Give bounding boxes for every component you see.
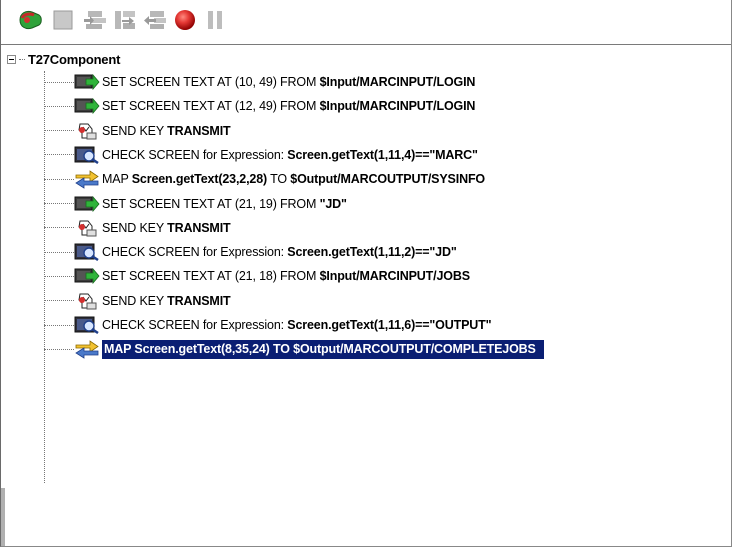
scrollbar-edge xyxy=(1,488,5,546)
tree-item[interactable]: SEND KEY TRANSMIT xyxy=(44,217,231,239)
tree-connector xyxy=(44,251,74,253)
step-over-button[interactable] xyxy=(111,8,139,36)
tree-item[interactable]: SET SCREEN TEXT AT (10, 49) FROM $Input/… xyxy=(44,71,475,93)
tree-item[interactable]: SET SCREEN TEXT AT (21, 19) FROM "JD" xyxy=(44,193,347,215)
tree-connector xyxy=(19,58,25,60)
tree-item-prefix: SEND KEY xyxy=(102,220,168,235)
tree-item-label: MAP Screen.getText(8,35,24) TO $Output/M… xyxy=(102,339,544,359)
tree-item-prefix: MAP xyxy=(102,172,132,187)
tree-connector xyxy=(44,227,74,229)
tree-connector xyxy=(44,324,74,326)
tree-item-label: CHECK SCREEN for Expression: Screen.getT… xyxy=(102,245,457,259)
stop-icon xyxy=(52,9,74,36)
tree-connector xyxy=(44,130,74,132)
tree-item-value: TRANSMIT xyxy=(167,293,231,308)
tree-connector xyxy=(44,178,74,180)
map-icon xyxy=(74,339,100,360)
tree-item-value: Screen.getText(23,2,28) xyxy=(131,172,268,187)
tree-item-prefix: CHECK SCREEN for Expression: xyxy=(102,318,288,332)
tree-connector xyxy=(44,81,74,83)
tree-item-prefix: SET SCREEN TEXT AT (12, 49) FROM xyxy=(102,99,320,114)
set-screen-text-icon xyxy=(74,96,100,116)
tree-item-value: Screen.getText(1,11,4)=="MARC" xyxy=(287,147,478,162)
tree-item-prefix: CHECK SCREEN for Expression: xyxy=(102,147,288,162)
tree-item-label: MAP Screen.getText(23,2,28) TO $Output/M… xyxy=(102,172,485,186)
editor-window: T27Component SET SCREEN TEXT AT (10, 49)… xyxy=(0,0,732,547)
tree-item-prefix: CHECK SCREEN for Expression: xyxy=(102,245,288,260)
check-screen-icon xyxy=(74,315,100,335)
tree-item[interactable]: SET SCREEN TEXT AT (12, 49) FROM $Input/… xyxy=(44,95,475,117)
tree-item-value: Screen.getText(1,11,2)=="JD" xyxy=(287,245,457,260)
collapse-icon[interactable] xyxy=(7,54,16,64)
component-tree: T27Component SET SCREEN TEXT AT (10, 49)… xyxy=(1,45,731,545)
tree-item[interactable]: CHECK SCREEN for Expression: Screen.getT… xyxy=(44,144,478,166)
breakpoint-icon xyxy=(173,8,197,37)
step-into-button[interactable] xyxy=(81,8,109,36)
tree-item-value: TRANSMIT xyxy=(167,123,231,138)
tree-item-label: CHECK SCREEN for Expression: Screen.getT… xyxy=(102,148,478,162)
map-icon xyxy=(74,169,100,189)
tree-item-value: TRANSMIT xyxy=(167,220,231,235)
tree-item[interactable]: SET SCREEN TEXT AT (21, 18) FROM $Input/… xyxy=(44,265,470,287)
tree-item[interactable]: SEND KEY TRANSMIT xyxy=(44,120,231,142)
tree-item-connector-text: TO xyxy=(267,172,291,187)
tree-connector xyxy=(44,300,74,302)
step-out-icon xyxy=(142,9,168,36)
set-screen-text-icon xyxy=(74,194,100,214)
pause-button[interactable] xyxy=(201,8,229,36)
stop-button[interactable] xyxy=(49,8,77,36)
tree-item-label: SET SCREEN TEXT AT (21, 19) FROM "JD" xyxy=(102,197,347,211)
tree-item[interactable]: MAP Screen.getText(8,35,24) TO $Output/M… xyxy=(44,338,544,360)
pause-icon xyxy=(205,9,225,36)
tree-item-prefix: SET SCREEN TEXT AT (21, 18) FROM xyxy=(102,269,320,284)
tree-item-label: SEND KEY TRANSMIT xyxy=(102,124,231,138)
toolbar xyxy=(1,0,731,45)
tree-root-label: T27Component xyxy=(28,51,121,67)
run-icon xyxy=(18,9,44,36)
tree-item-value: $Input/MARCINPUT/LOGIN xyxy=(319,99,476,114)
tree-item-label: SEND KEY TRANSMIT xyxy=(102,294,231,308)
tree-item-prefix: SEND KEY xyxy=(102,123,168,138)
tree-item-value: MAP Screen.getText(8,35,24) TO $Output/M… xyxy=(104,341,536,356)
send-key-icon xyxy=(74,121,100,141)
tree-root-node[interactable]: T27Component xyxy=(7,49,120,69)
tree-item-label: SET SCREEN TEXT AT (21, 18) FROM $Input/… xyxy=(102,269,470,283)
tree-item[interactable]: CHECK SCREEN for Expression: Screen.getT… xyxy=(44,314,492,336)
tree-item-value: "JD" xyxy=(319,196,347,211)
step-over-icon xyxy=(112,9,138,36)
run-button[interactable] xyxy=(17,8,45,36)
step-out-button[interactable] xyxy=(141,8,169,36)
tree-item-value: $Input/MARCINPUT/LOGIN xyxy=(319,75,476,89)
tree-item-label: SET SCREEN TEXT AT (10, 49) FROM $Input/… xyxy=(102,75,475,89)
tree-item-value: Screen.getText(1,11,6)=="OUTPUT" xyxy=(287,318,492,332)
breakpoint-button[interactable] xyxy=(171,8,199,36)
tree-connector xyxy=(44,154,74,156)
send-key-icon xyxy=(74,218,100,238)
tree-item-target: $Output/MARCOUTPUT/SYSINFO xyxy=(290,172,485,187)
set-screen-text-icon xyxy=(74,266,100,286)
tree-connector xyxy=(44,105,74,107)
tree-item-label: CHECK SCREEN for Expression: Screen.getT… xyxy=(102,318,492,332)
tree-connector xyxy=(44,275,74,277)
tree-item-prefix: SEND KEY xyxy=(102,293,168,308)
tree-item-prefix: SET SCREEN TEXT AT (10, 49) FROM xyxy=(102,75,320,89)
tree-connector xyxy=(44,348,74,350)
tree-item[interactable]: CHECK SCREEN for Expression: Screen.getT… xyxy=(44,241,457,263)
send-key-icon xyxy=(74,291,100,311)
tree-item[interactable]: SEND KEY TRANSMIT xyxy=(44,290,231,312)
tree-item-value: $Input/MARCINPUT/JOBS xyxy=(319,269,470,284)
step-into-icon xyxy=(82,9,108,36)
check-screen-icon xyxy=(74,242,100,262)
check-screen-icon xyxy=(74,145,100,165)
tree-item-label: SEND KEY TRANSMIT xyxy=(102,221,231,235)
set-screen-text-icon xyxy=(74,72,100,92)
tree-connector xyxy=(44,203,74,204)
tree-item-label: SET SCREEN TEXT AT (12, 49) FROM $Input/… xyxy=(102,99,475,113)
tree-item-prefix: SET SCREEN TEXT AT (21, 19) FROM xyxy=(102,196,320,211)
tree-item[interactable]: MAP Screen.getText(23,2,28) TO $Output/M… xyxy=(44,168,485,190)
